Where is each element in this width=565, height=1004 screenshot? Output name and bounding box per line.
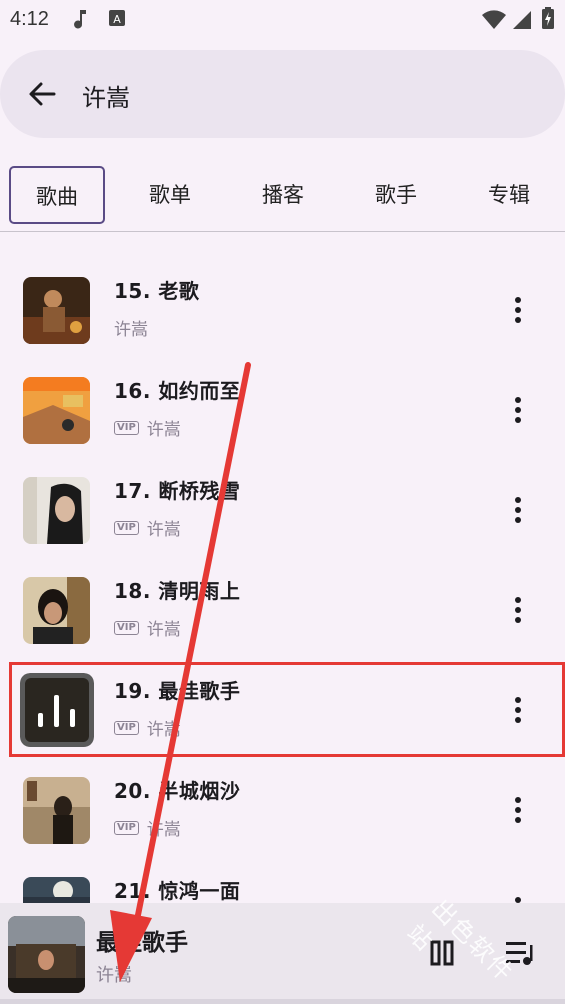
vip-badge: VIP [114, 520, 139, 535]
battery-icon [542, 7, 554, 33]
song-row[interactable]: 20. 半城烟沙 VIP 许嵩 [0, 771, 565, 871]
artist-name: 许嵩 [146, 520, 181, 540]
album-cover [23, 277, 90, 344]
vip-badge: VIP [114, 620, 139, 635]
back-arrow-icon[interactable] [22, 76, 62, 112]
song-list: 15. 老歌 许嵩 16. 如约而至 VIP 许嵩 17. 断桥残雪 VIP 许嵩 … [0, 233, 565, 903]
tab-bar: 歌曲 歌单 播客 歌手 专辑 [0, 162, 565, 232]
song-artist: VIP 许嵩 [114, 615, 181, 640]
more-options-icon[interactable] [508, 595, 528, 625]
album-cover [23, 477, 90, 544]
player-artist: 许嵩 [96, 965, 132, 986]
artist-name: 许嵩 [146, 620, 181, 640]
song-title: 18. 清明雨上 [114, 579, 241, 603]
song-title: 15. 老歌 [114, 279, 200, 303]
more-options-icon[interactable] [508, 895, 528, 903]
status-bar: 4:12 A [0, 0, 565, 38]
tab-podcasts[interactable]: 播客 [235, 166, 331, 224]
svg-text:A: A [113, 13, 121, 26]
tab-albums[interactable]: 专辑 [461, 166, 557, 224]
song-artist: VIP 许嵩 [114, 815, 181, 840]
song-row-partial[interactable] [0, 233, 565, 241]
more-options-icon[interactable] [508, 495, 528, 525]
vip-badge: VIP [114, 820, 139, 835]
song-title: 21. 惊鸿一面 [114, 879, 241, 903]
artist-name: 许嵩 [114, 320, 148, 340]
search-bar[interactable]: 许嵩 [0, 50, 565, 138]
song-artist: VIP 许嵩 [114, 415, 181, 440]
song-artist: VIP 许嵩 [114, 515, 181, 540]
song-row[interactable]: 18. 清明雨上 VIP 许嵩 [0, 571, 565, 671]
signal-icon [512, 10, 532, 34]
more-options-icon[interactable] [508, 295, 528, 325]
tab-artists[interactable]: 歌手 [348, 166, 444, 224]
song-row[interactable]: 21. 惊鸿一面 [0, 871, 565, 903]
tab-playlists[interactable]: 歌单 [122, 166, 218, 224]
wifi-icon [481, 10, 507, 34]
more-options-icon[interactable] [508, 395, 528, 425]
song-title: 20. 半城烟沙 [114, 779, 241, 803]
album-cover [23, 877, 90, 903]
vip-badge: VIP [114, 420, 139, 435]
artist-name: 许嵩 [146, 820, 181, 840]
song-row[interactable]: 17. 断桥残雪 VIP 许嵩 [0, 471, 565, 571]
artist-name: 许嵩 [146, 420, 181, 440]
font-app-icon: A [108, 8, 126, 32]
album-cover [23, 577, 90, 644]
status-time: 4:12 [10, 8, 49, 30]
more-options-icon[interactable] [508, 795, 528, 825]
music-note-icon [72, 8, 90, 34]
search-query[interactable]: 许嵩 [82, 78, 130, 113]
song-title: 17. 断桥残雪 [114, 479, 241, 503]
album-cover [23, 377, 90, 444]
song-title: 16. 如约而至 [114, 379, 241, 403]
player-song-title: 最佳歌手 [96, 930, 188, 956]
tab-songs[interactable]: 歌曲 [9, 166, 105, 224]
song-row[interactable]: 16. 如约而至 VIP 许嵩 [0, 371, 565, 471]
album-cover [23, 777, 90, 844]
player-album-cover [8, 916, 85, 993]
song-row[interactable]: 15. 老歌 许嵩 [0, 271, 565, 371]
song-artist: 许嵩 [114, 315, 148, 340]
highlight-box [9, 662, 565, 757]
